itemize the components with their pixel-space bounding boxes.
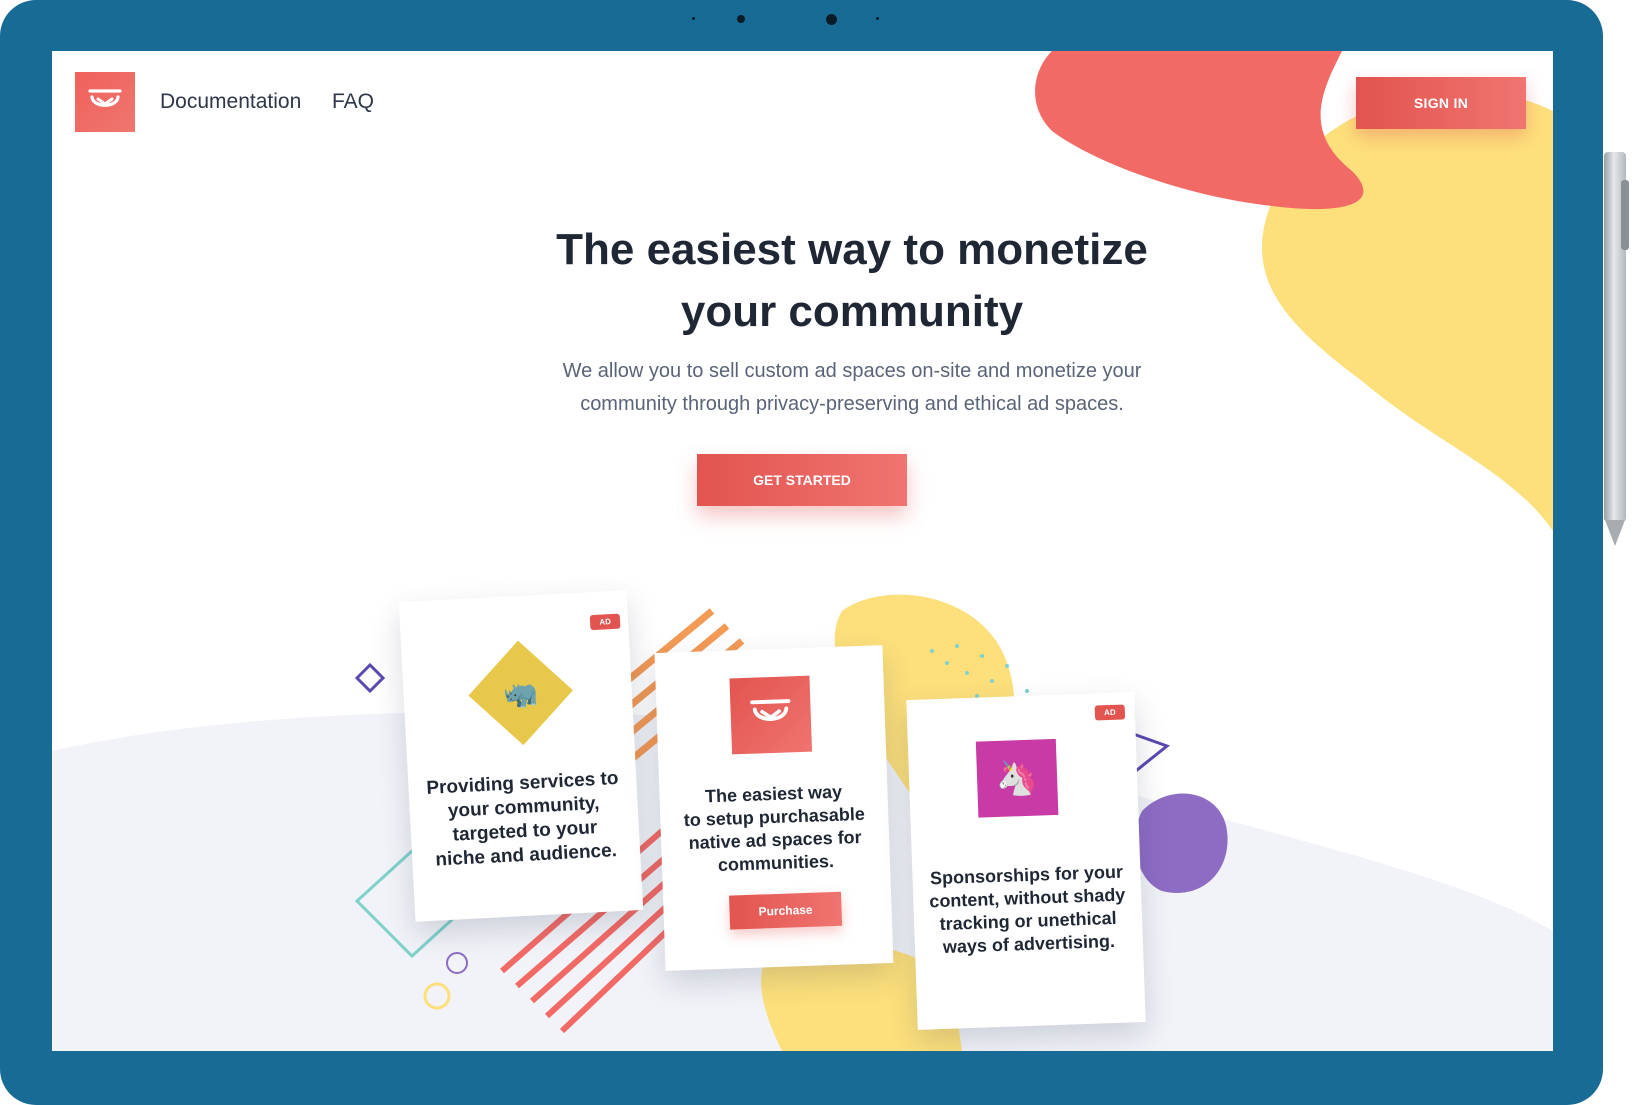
- logo-icon: [88, 89, 122, 107]
- purple-diamond-outline: [354, 662, 386, 694]
- card-text: Providing services to your community, ta…: [424, 767, 625, 873]
- card-text: The easiest way to setup purchasable nat…: [675, 780, 874, 879]
- stylus-clip: [1621, 180, 1629, 250]
- card-image: [729, 675, 813, 755]
- ad-badge: AD: [1094, 704, 1126, 721]
- purchase-button[interactable]: Purchase: [729, 891, 843, 930]
- hero-subtitle-line1: We allow you to sell custom ad spaces on…: [562, 360, 1142, 382]
- card-image: 🦄: [975, 738, 1059, 818]
- card-image: 🦏: [468, 640, 573, 746]
- hero-subtitle: We allow you to sell custom ad spaces on…: [432, 355, 1272, 421]
- unicorn-icon: 🦄: [995, 758, 1039, 798]
- hero-title: The easiest way to monetize your communi…: [392, 219, 1312, 343]
- sign-in-button[interactable]: SIGN IN: [1356, 77, 1526, 129]
- red-blob: [1035, 51, 1364, 210]
- ad-badge: AD: [589, 613, 621, 631]
- camera-dot: [737, 15, 745, 23]
- screen: Documentation FAQ SIGN IN The easiest wa…: [52, 51, 1553, 1051]
- brand-logo[interactable]: [75, 72, 135, 132]
- card-text: Sponsorships for your content, without s…: [928, 861, 1127, 960]
- get-started-button[interactable]: GET STARTED: [697, 454, 907, 506]
- camera-dot: [692, 17, 695, 20]
- nav-faq[interactable]: FAQ: [332, 90, 374, 114]
- hero-subtitle-line2: community through privacy-preserving and…: [580, 393, 1124, 415]
- ad-card-services: AD 🦏 Providing services to your communit…: [398, 590, 644, 922]
- rhino-icon: 🦏: [502, 676, 539, 710]
- camera-lens: [826, 14, 837, 25]
- logo-icon: [750, 699, 791, 721]
- camera-dot: [876, 17, 879, 20]
- hero-title-line1: The easiest way to monetize: [556, 225, 1148, 274]
- ad-card-purchase: The easiest way to setup purchasable nat…: [654, 645, 894, 971]
- ad-card-sponsorships: AD 🦄 Sponsorships for your content, with…: [906, 692, 1146, 1030]
- nav-documentation[interactable]: Documentation: [160, 90, 301, 114]
- stylus-tip: [1605, 520, 1625, 546]
- hero-title-line2: your community: [680, 287, 1024, 336]
